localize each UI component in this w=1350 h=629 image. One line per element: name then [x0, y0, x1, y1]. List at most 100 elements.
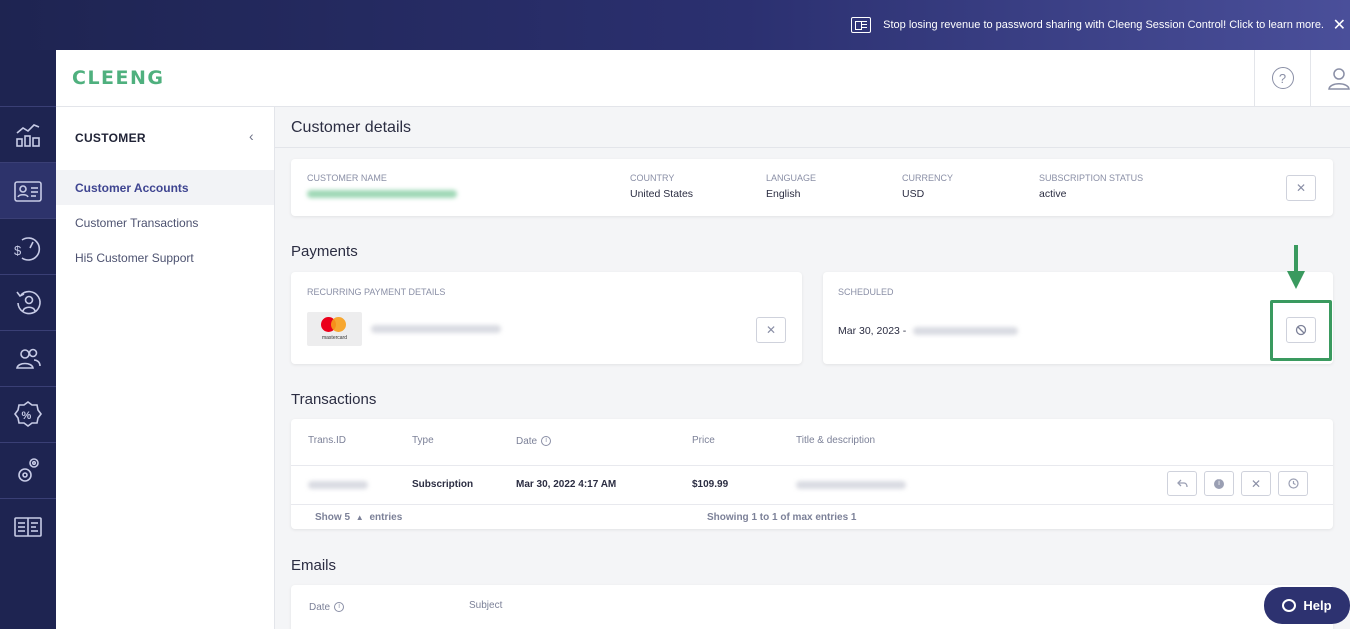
mastercard-logo: mastercard — [307, 312, 362, 346]
users-icon — [16, 348, 41, 369]
close-icon: ✕ — [1295, 181, 1307, 195]
language-value: English — [766, 188, 801, 200]
trans-id-redacted — [308, 481, 368, 489]
divider — [291, 504, 1333, 505]
close-banner-icon[interactable]: ✕ — [1333, 15, 1346, 35]
close-icon: ✕ — [765, 323, 777, 337]
emails-title: Emails — [291, 557, 337, 574]
scheduled-payment-card: SCHEDULED Mar 30, 2023 - — [823, 272, 1333, 364]
col-type[interactable]: Type — [412, 435, 434, 446]
cancel-subscription-button[interactable] — [1286, 317, 1316, 343]
analytics-icon — [16, 123, 40, 147]
caret-up-icon: ▲ — [355, 513, 364, 522]
rail-item-churn[interactable] — [0, 274, 56, 330]
page-size-value: Show 5 — [315, 512, 351, 523]
main-content: Customer details CUSTOMER NAME COUNTRY U… — [275, 107, 1350, 629]
customer-card-icon — [14, 180, 42, 202]
emails-table: Date i Subject — [291, 585, 1333, 629]
revenue-gauge-icon: $ — [14, 236, 41, 261]
row-title-redacted — [796, 481, 906, 489]
country-label: COUNTRY — [630, 173, 675, 183]
customer-name-redacted — [307, 190, 457, 198]
subnav-item-hi5-customer-support[interactable]: Hi5 Customer Support — [56, 240, 274, 275]
app-header: CLEENG ? — [56, 50, 1350, 107]
promo-banner-text[interactable]: Stop losing revenue to password sharing … — [883, 19, 1324, 31]
col-email-date[interactable]: Date i — [309, 602, 345, 613]
svg-text:%: % — [22, 410, 32, 422]
rail-item-documentation[interactable] — [0, 498, 56, 554]
customer-summary-card: CUSTOMER NAME COUNTRY United States LANG… — [291, 159, 1333, 216]
scheduled-label: SCHEDULED — [838, 287, 894, 297]
rail-spacer — [0, 50, 56, 106]
promo-banner[interactable]: Stop losing revenue to password sharing … — [0, 0, 1350, 50]
divider — [275, 147, 1350, 148]
svg-text:$: $ — [14, 243, 22, 258]
history-button[interactable] — [1278, 471, 1308, 496]
chat-bubble-icon — [1282, 599, 1297, 612]
row-date: Mar 30, 2022 4:17 AM — [516, 479, 617, 490]
table-row[interactable]: Subscription Mar 30, 2022 4:17 AM $109.9… — [291, 466, 1333, 504]
discount-percent-icon: % — [14, 400, 42, 427]
close-customer-button[interactable]: ✕ — [1286, 175, 1316, 201]
pagination-info: Showing 1 to 1 of max entries 1 — [707, 512, 857, 523]
currency-label: CURRENCY — [902, 173, 954, 183]
help-chat-button[interactable]: Help — [1264, 587, 1350, 624]
refund-button[interactable] — [1167, 471, 1197, 496]
help-chat-label: Help — [1303, 598, 1332, 613]
page-size-selector[interactable]: Show 5 ▲ entries — [315, 512, 402, 523]
help-center-button[interactable]: ? — [1254, 50, 1310, 106]
main-navigation-rail: $ % — [0, 50, 56, 629]
mastercard-orange-circle — [331, 317, 346, 332]
customer-subnav: CUSTOMER ‹ Customer Accounts Customer Tr… — [56, 107, 275, 629]
reply-icon — [1176, 479, 1188, 488]
transactions-table: Trans.ID Type Date i Price Title & descri… — [291, 419, 1333, 529]
rail-item-discounts[interactable]: % — [0, 386, 56, 442]
col-subject[interactable]: Subject — [469, 600, 502, 611]
subscription-status-value: active — [1039, 188, 1067, 200]
rail-item-customers[interactable] — [0, 162, 56, 218]
details-button[interactable]: i — [1204, 471, 1234, 496]
payments-title: Payments — [291, 243, 358, 260]
recurring-payment-label: RECURRING PAYMENT DETAILS — [307, 287, 446, 297]
row-type: Subscription — [412, 479, 474, 490]
user-icon — [1327, 68, 1350, 90]
col-email-date-label: Date — [309, 602, 331, 613]
settings-gears-icon — [18, 457, 39, 482]
documentation-icon — [14, 516, 42, 537]
subnav-item-customer-accounts[interactable]: Customer Accounts — [56, 170, 274, 205]
remove-payment-method-button[interactable]: ✕ — [756, 317, 786, 343]
customer-name-label: CUSTOMER NAME — [307, 173, 387, 183]
page-size-suffix: entries — [369, 512, 403, 523]
col-trans-id[interactable]: Trans.ID — [308, 435, 346, 446]
rail-item-users[interactable] — [0, 330, 56, 386]
cleeng-logo[interactable]: CLEENG — [72, 67, 165, 89]
scheduled-amount-redacted — [913, 327, 1018, 335]
subnav-title: CUSTOMER — [75, 131, 146, 145]
info-icon[interactable]: i — [334, 602, 345, 613]
rail-item-settings[interactable] — [0, 442, 56, 498]
newspaper-icon — [851, 17, 872, 33]
recurring-payment-card: RECURRING PAYMENT DETAILS mastercard ✕ — [291, 272, 802, 364]
cancel-transaction-button[interactable]: ✕ — [1241, 471, 1271, 496]
scheduled-date: Mar 30, 2023 - — [838, 325, 907, 337]
currency-value: USD — [902, 188, 925, 200]
col-price[interactable]: Price — [692, 435, 715, 446]
question-icon: ? — [1271, 67, 1294, 89]
country-value: United States — [630, 188, 694, 200]
subscription-status-label: SUBSCRIPTION STATUS — [1039, 173, 1144, 183]
col-title-description[interactable]: Title & description — [796, 435, 875, 446]
user-menu-button[interactable] — [1310, 50, 1350, 106]
page-title: Customer details — [291, 119, 412, 136]
rail-item-analytics[interactable] — [0, 106, 56, 162]
info-icon: i — [1214, 478, 1224, 489]
annotation-arrow-icon — [1287, 245, 1305, 289]
info-icon[interactable]: i — [541, 436, 552, 447]
subnav-item-customer-transactions[interactable]: Customer Transactions — [56, 205, 274, 240]
mastercard-wordmark: mastercard — [321, 335, 347, 341]
collapse-subnav-icon[interactable]: ‹ — [249, 128, 254, 144]
rail-item-revenue[interactable]: $ — [0, 218, 56, 274]
close-icon: ✕ — [1250, 476, 1262, 491]
col-date-label: Date — [516, 436, 538, 447]
col-date[interactable]: Date i — [516, 436, 552, 447]
transactions-title: Transactions — [291, 391, 377, 408]
